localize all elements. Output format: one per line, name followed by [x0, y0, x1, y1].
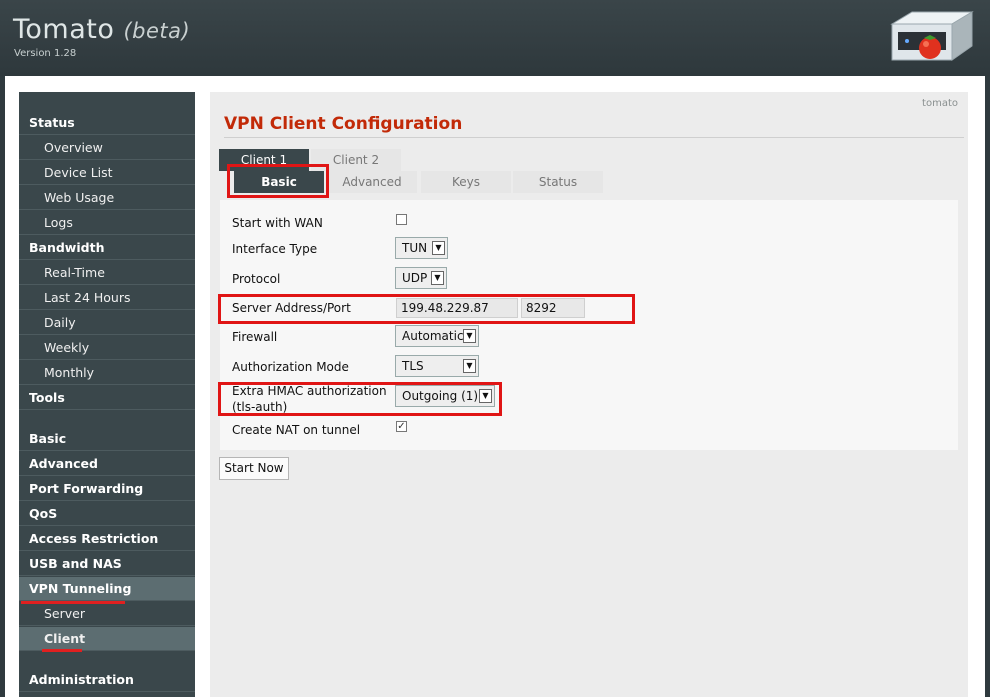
sidebar-item-logs[interactable]: Logs	[19, 211, 195, 235]
sidebar-item-label: Monthly	[44, 365, 95, 380]
highlight-box-basic-tab	[227, 164, 329, 198]
sidebar-item-label: Logs	[44, 215, 73, 230]
interface-type-label: Interface Type	[232, 242, 318, 256]
dropdown-arrow-icon: ▼	[432, 241, 445, 255]
start-with-wan-label: Start with WAN	[232, 216, 323, 230]
auth-mode-select[interactable]: TLS ▼	[395, 355, 479, 377]
protocol-value: UDP	[402, 271, 428, 285]
main-content: tomato VPN Client Configuration Client 1…	[210, 92, 968, 697]
sidebar-item-label: Access Restriction	[29, 531, 159, 546]
start-now-button[interactable]: Start Now	[219, 457, 289, 480]
sidebar-item-bandwidth[interactable]: Bandwidth	[19, 236, 195, 260]
tab-status[interactable]: Status	[513, 171, 603, 193]
sidebar-item-label: Status	[29, 115, 75, 130]
tab-keys[interactable]: Keys	[421, 171, 511, 193]
sidebar-item-label: Web Usage	[44, 190, 115, 205]
sidebar-item-label: Server	[44, 606, 85, 621]
sidebar-item-usb-and-nas[interactable]: USB and NAS	[19, 552, 195, 576]
app-title: Tomato (beta)	[13, 14, 190, 45]
highlight-underline-client	[42, 649, 82, 652]
highlight-box-hmac	[218, 382, 502, 416]
sidebar-item-qos[interactable]: QoS	[19, 502, 195, 526]
tab-advanced[interactable]: Advanced	[327, 171, 417, 193]
page-title: VPN Client Configuration	[224, 114, 463, 134]
dropdown-arrow-icon: ▼	[463, 329, 476, 343]
start-with-wan-checkbox[interactable]	[396, 214, 407, 225]
dropdown-arrow-icon: ▼	[431, 271, 444, 285]
protocol-label: Protocol	[232, 272, 281, 286]
sidebar-item-overview[interactable]: Overview	[19, 136, 195, 160]
sidebar-item-access-restriction[interactable]: Access Restriction	[19, 527, 195, 551]
highlight-box-server-address	[218, 294, 635, 324]
app-header: Tomato (beta) Version 1.28	[0, 0, 990, 76]
sidebar-item-advanced[interactable]: Advanced	[19, 452, 195, 476]
firewall-value: Automatic	[402, 329, 464, 343]
sidebar-item-tools[interactable]: Tools	[19, 386, 195, 410]
sidebar-item-device-list[interactable]: Device List	[19, 161, 195, 185]
sidebar-item-label: QoS	[29, 506, 58, 521]
sidebar-item-label: Bandwidth	[29, 240, 105, 255]
sidebar-item-label: Device List	[44, 165, 113, 180]
firewall-select[interactable]: Automatic ▼	[395, 325, 479, 347]
sidebar-item-label: Client	[44, 631, 86, 646]
sidebar-item-basic[interactable]: Basic	[19, 427, 195, 451]
sidebar-item-label: Tools	[29, 390, 65, 405]
protocol-select[interactable]: UDP ▼	[395, 267, 447, 289]
sidebar-item-client[interactable]: Client	[19, 627, 195, 651]
sidebar-item-port-forwarding[interactable]: Port Forwarding	[19, 477, 195, 501]
auth-mode-value: TLS	[402, 359, 424, 373]
title-divider	[224, 137, 964, 138]
sidebar-item-server[interactable]: Server	[19, 602, 195, 626]
version-label: Version 1.28	[14, 48, 77, 59]
highlight-underline-vpn	[21, 601, 125, 604]
app-title-text: Tomato	[13, 14, 115, 45]
dropdown-arrow-icon: ▼	[463, 359, 476, 373]
sidebar-item-monthly[interactable]: Monthly	[19, 361, 195, 385]
sidebar-item-label: Weekly	[44, 340, 90, 355]
router-logo-icon	[890, 11, 974, 61]
sidebar-item-daily[interactable]: Daily	[19, 311, 195, 335]
sidebar-item-real-time[interactable]: Real-Time	[19, 261, 195, 285]
sidebar-item-label: Overview	[44, 140, 103, 155]
sidebar-item-label: Advanced	[29, 456, 98, 471]
sidebar-item-weekly[interactable]: Weekly	[19, 336, 195, 360]
sidebar-item-label: Basic	[29, 431, 67, 446]
sidebar-item-administration[interactable]: Administration	[19, 668, 195, 692]
sidebar-item-label: Last 24 Hours	[44, 290, 131, 305]
auth-mode-label: Authorization Mode	[232, 360, 349, 374]
sidebar-item-last-24-hours[interactable]: Last 24 Hours	[19, 286, 195, 310]
sidebar: Status Overview Device List Web Usage Lo…	[19, 92, 195, 697]
interface-type-select[interactable]: TUN ▼	[395, 237, 448, 259]
sidebar-item-web-usage[interactable]: Web Usage	[19, 186, 195, 210]
sidebar-item-label: USB and NAS	[29, 556, 122, 571]
firewall-label: Firewall	[232, 330, 278, 344]
sidebar-item-status[interactable]: Status	[19, 111, 195, 135]
router-name-label: tomato	[922, 98, 958, 109]
sidebar-item-label: VPN Tunneling	[29, 581, 132, 596]
sidebar-item-label: Real-Time	[44, 265, 105, 280]
sidebar-item-label: Port Forwarding	[29, 481, 144, 496]
sidebar-item-label: Administration	[29, 672, 134, 687]
interface-type-value: TUN	[402, 241, 428, 255]
nat-label: Create NAT on tunnel	[232, 423, 361, 437]
sidebar-item-label: Daily	[44, 315, 76, 330]
beta-label: (beta)	[123, 19, 191, 43]
nat-checkbox[interactable]: ✓	[396, 421, 407, 432]
sidebar-item-vpn-tunneling[interactable]: VPN Tunneling	[19, 577, 195, 601]
